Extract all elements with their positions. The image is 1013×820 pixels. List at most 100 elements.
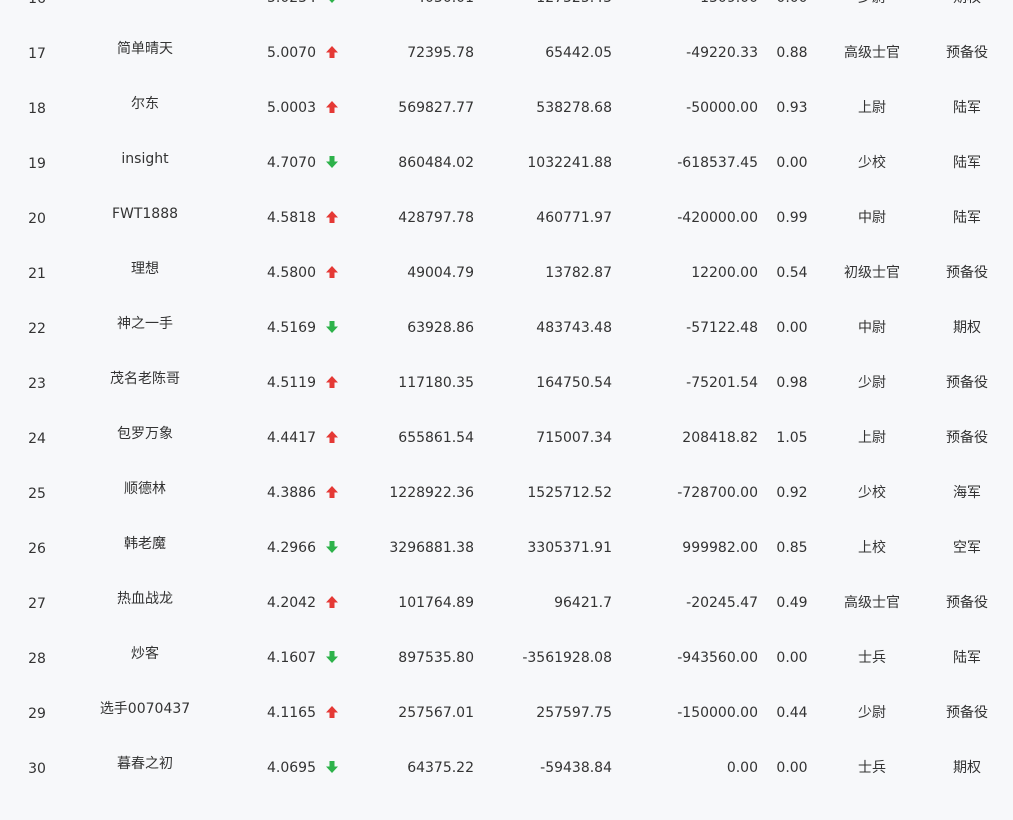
value-col-1: 117180.35 — [398, 375, 474, 391]
table-row[interactable]: 17 简单晴天 5.0070 72395.78 65442.05 -49220.… — [0, 25, 1013, 80]
score-cell: 4.5818 — [267, 210, 316, 226]
value-col-3: 0.00 — [726, 760, 758, 776]
player-name-link[interactable]: 天使来临 — [80, 0, 210, 22]
table-row[interactable]: 23 茂名老陈哥 4.5119 117180.35 164750.54 -752… — [0, 355, 1013, 410]
player-name-link[interactable]: 韩老魔 — [80, 517, 210, 572]
rank-cell: 28 — [28, 651, 46, 667]
military-rank-cell: 初级士官 — [844, 265, 900, 281]
ratio-cell: 0.92 — [776, 485, 808, 501]
value-col-1: 1228922.36 — [389, 485, 474, 501]
ratio-cell: 0.00 — [776, 650, 808, 666]
value-col-2: 538278.68 — [536, 100, 612, 116]
arrow-down-icon — [322, 0, 342, 26]
arrow-up-icon — [322, 410, 342, 466]
table-row[interactable]: 19 insight 4.7070 860484.02 1032241.88 -… — [0, 135, 1013, 190]
player-name-link[interactable]: 炒客 — [80, 627, 210, 682]
value-col-3: 12200.00 — [691, 265, 758, 281]
score-cell: 5.0234 — [248, 0, 316, 26]
rank-cell: 19 — [28, 156, 46, 172]
value-col-3: -20245.47 — [686, 595, 758, 611]
military-rank-cell: 高级士官 — [844, 595, 900, 611]
player-name-link[interactable]: FWT1888 — [80, 187, 210, 242]
ratio-cell: 0.00 — [766, 0, 818, 26]
rank-cell: 22 — [28, 321, 46, 337]
value-col-3: -150000.00 — [677, 705, 758, 721]
player-name-link[interactable]: 顺德林 — [80, 462, 210, 517]
value-col-1: 428797.78 — [398, 210, 474, 226]
branch-cell: 预备役 — [946, 430, 988, 446]
rank-cell: 24 — [28, 431, 46, 447]
table-row[interactable]: 21 理想 4.5800 49004.79 13782.87 12200.00 … — [0, 245, 1013, 300]
ratio-cell: 0.93 — [776, 100, 808, 116]
table-row[interactable]: 22 神之一手 4.5169 63928.86 483743.48 -57122… — [0, 300, 1013, 355]
military-rank-cell: 士兵 — [858, 760, 886, 776]
table-row[interactable]: 27 热血战龙 4.2042 101764.89 96421.7 -20245.… — [0, 575, 1013, 630]
value-col-2: -59438.84 — [540, 760, 612, 776]
rank-cell: 26 — [28, 541, 46, 557]
player-name-link[interactable]: insight — [80, 132, 210, 187]
value-col-2: 164750.54 — [536, 375, 612, 391]
arrow-down-icon — [322, 740, 342, 796]
arrow-up-icon — [322, 25, 342, 81]
arrow-down-icon — [322, 300, 342, 356]
rank-cell: 16 — [0, 0, 74, 27]
branch-cell: 预备役 — [946, 705, 988, 721]
branch-cell: 期权 — [930, 0, 1004, 26]
value-col-2: 715007.34 — [536, 430, 612, 446]
military-rank-cell: 少尉 — [858, 705, 886, 721]
table-row[interactable]: 26 韩老魔 4.2966 3296881.38 3305371.91 9999… — [0, 520, 1013, 575]
player-name-link[interactable]: 神之一手 — [80, 297, 210, 352]
score-cell: 4.1607 — [267, 650, 316, 666]
arrow-up-icon — [322, 685, 342, 741]
player-name-link[interactable]: 简单晴天 — [80, 22, 210, 77]
value-col-2: 3305371.91 — [527, 540, 612, 556]
player-name-link[interactable]: 尔东 — [80, 77, 210, 132]
score-cell: 4.2966 — [267, 540, 316, 556]
value-col-3: -49220.33 — [686, 45, 758, 61]
ratio-cell: 0.99 — [776, 210, 808, 226]
value-col-1: 4030.01 — [350, 0, 474, 26]
ratio-cell: 0.44 — [776, 705, 808, 721]
table-row[interactable]: 28 炒客 4.1607 897535.80 -3561928.08 -9435… — [0, 630, 1013, 685]
value-col-3: -420000.00 — [677, 210, 758, 226]
score-cell: 4.1165 — [267, 705, 316, 721]
ratio-cell: 0.00 — [776, 760, 808, 776]
value-col-3: -943560.00 — [677, 650, 758, 666]
branch-cell: 陆军 — [953, 210, 981, 226]
value-col-1: 72395.78 — [407, 45, 474, 61]
value-col-2: 1032241.88 — [527, 155, 612, 171]
value-col-3: -57122.48 — [686, 320, 758, 336]
score-cell: 4.4417 — [267, 430, 316, 446]
rank-cell: 18 — [28, 101, 46, 117]
table-row[interactable]: 30 暮春之初 4.0695 64375.22 -59438.84 0.00 0… — [0, 740, 1013, 795]
value-col-1: 63928.86 — [407, 320, 474, 336]
value-col-3: 999982.00 — [682, 540, 758, 556]
military-rank-cell: 少校 — [858, 155, 886, 171]
table-row[interactable]: 25 顺德林 4.3886 1228922.36 1525712.52 -728… — [0, 465, 1013, 520]
branch-cell: 空军 — [953, 540, 981, 556]
table-row[interactable]: 24 包罗万象 4.4417 655861.54 715007.34 20841… — [0, 410, 1013, 465]
value-col-2: -3561928.08 — [522, 650, 612, 666]
military-rank-cell: 士兵 — [858, 650, 886, 666]
value-col-1: 64375.22 — [407, 760, 474, 776]
military-rank-cell: 上尉 — [858, 430, 886, 446]
player-name-link[interactable]: 选手0070437 — [80, 682, 210, 737]
player-name-link[interactable]: 热血战龙 — [80, 572, 210, 627]
table-row[interactable]: 20 FWT1888 4.5818 428797.78 460771.97 -4… — [0, 190, 1013, 245]
table-row[interactable]: 29 选手0070437 4.1165 257567.01 257597.75 … — [0, 685, 1013, 740]
score-cell: 4.5169 — [267, 320, 316, 336]
player-name-link[interactable]: 暮春之初 — [80, 737, 210, 792]
player-name-link[interactable]: 茂名老陈哥 — [80, 352, 210, 407]
military-rank-cell: 中尉 — [858, 210, 886, 226]
player-name-link[interactable]: 理想 — [80, 242, 210, 297]
value-col-3: -728700.00 — [677, 485, 758, 501]
ratio-cell: 0.88 — [776, 45, 808, 61]
arrow-up-icon — [322, 190, 342, 246]
table-row[interactable]: 18 尔东 5.0003 569827.77 538278.68 -50000.… — [0, 80, 1013, 135]
value-col-2: 65442.05 — [545, 45, 612, 61]
player-name-link[interactable]: 包罗万象 — [80, 407, 210, 462]
value-col-1: 101764.89 — [398, 595, 474, 611]
score-cell: 4.0695 — [267, 760, 316, 776]
branch-cell: 期权 — [953, 760, 981, 776]
military-rank-cell: 上校 — [858, 540, 886, 556]
